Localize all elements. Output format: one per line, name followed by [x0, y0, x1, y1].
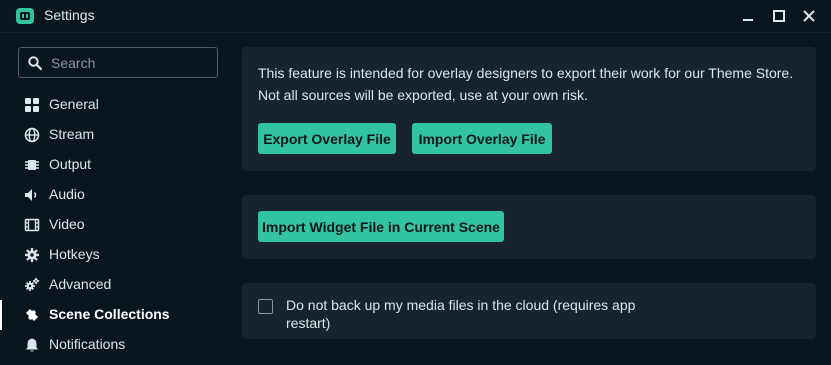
media-backup-checkbox[interactable]: [258, 299, 273, 314]
sidebar-item-advanced[interactable]: Advanced: [0, 270, 233, 300]
minimize-button[interactable]: [736, 5, 760, 27]
minimize-icon: [743, 19, 753, 21]
overlay-export-panel: This feature is intended for overlay des…: [242, 47, 816, 171]
sidebar-item-hotkeys[interactable]: Hotkeys: [0, 240, 233, 270]
window-title: Settings: [44, 7, 95, 23]
sidebar-item-label: Notifications: [49, 336, 126, 352]
search-icon: [28, 56, 42, 70]
active-indicator: [0, 300, 2, 330]
grid-icon: [25, 98, 39, 112]
sidebar-item-general[interactable]: General: [0, 90, 233, 120]
close-icon: [803, 10, 815, 22]
gear-icon: [25, 248, 39, 262]
sidebar-item-label: Advanced: [49, 276, 112, 292]
sidebar-item-label: General: [49, 96, 99, 112]
import-overlay-button[interactable]: Import Overlay File: [412, 123, 552, 154]
sidebar-item-label: Scene Collections: [49, 306, 170, 322]
settings-sidebar: General Stream Output Audio: [0, 33, 233, 365]
import-widget-button[interactable]: Import Widget File in Current Scene: [258, 211, 504, 242]
puzzle-icon: [26, 309, 38, 321]
sidebar-item-audio[interactable]: Audio: [0, 180, 233, 210]
export-overlay-button[interactable]: Export Overlay File: [258, 123, 396, 154]
sidebar-item-video[interactable]: Video: [0, 210, 233, 240]
cogs-icon: [25, 277, 40, 291]
sidebar-item-label: Hotkeys: [49, 246, 100, 262]
sidebar-item-output[interactable]: Output: [0, 150, 233, 180]
media-backup-panel: Do not back up my media files in the clo…: [242, 283, 816, 339]
sidebar-item-stream[interactable]: Stream: [0, 120, 233, 150]
streamlabs-logo-icon: [16, 8, 34, 24]
globe-icon: [24, 127, 40, 143]
search-box[interactable]: [18, 47, 218, 78]
sidebar-item-label: Audio: [49, 186, 85, 202]
sidebar-item-label: Stream: [49, 126, 95, 142]
speaker-icon: [25, 189, 37, 201]
widget-import-panel: Import Widget File in Current Scene: [242, 195, 816, 259]
media-backup-checkbox-label[interactable]: Do not back up my media files in the clo…: [286, 296, 666, 332]
maximize-icon: [773, 10, 785, 22]
maximize-button[interactable]: [767, 5, 791, 27]
overlay-description-line2: Not all sources will be exported, use at…: [258, 87, 588, 103]
sidebar-item-label: Video: [49, 216, 85, 232]
close-button[interactable]: [797, 5, 821, 27]
bell-icon: [26, 338, 38, 352]
sidebar-item-label: Output: [49, 156, 92, 172]
overlay-description-line1: This feature is intended for overlay des…: [258, 65, 794, 81]
sidebar-item-notifications[interactable]: Notifications: [0, 330, 233, 360]
title-bar[interactable]: Settings: [0, 0, 831, 33]
film-icon: [24, 218, 40, 232]
search-input[interactable]: [51, 48, 211, 77]
chip-icon: [25, 160, 39, 170]
sidebar-item-scene-collections[interactable]: Scene Collections: [0, 300, 233, 330]
settings-window: Settings Search General Stream Output Au…: [0, 0, 831, 365]
